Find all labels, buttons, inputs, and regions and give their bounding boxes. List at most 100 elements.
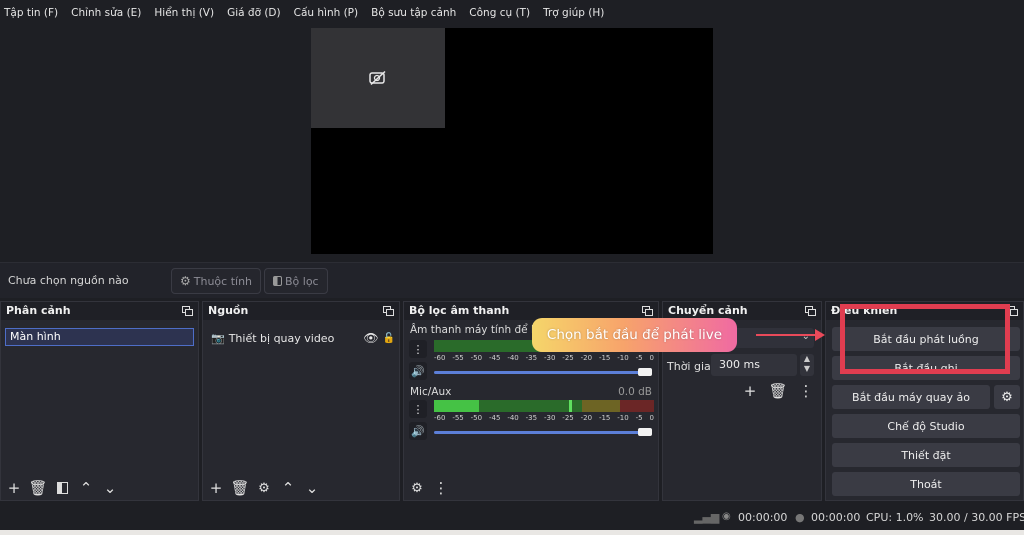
undock-icon[interactable]: [383, 306, 394, 316]
sources-footer: + 🗑 ⚙ ⌃ ⌄: [203, 476, 399, 500]
undock-icon[interactable]: [642, 306, 653, 316]
video-source-preview[interactable]: [311, 28, 445, 128]
remove-scene-icon[interactable]: 🗑: [28, 479, 47, 497]
lock-icon[interactable]: 🔓: [383, 333, 395, 344]
meter-tick-label: -35: [525, 354, 538, 362]
mic-volume-knob[interactable]: [638, 428, 652, 436]
meter-tick-label: -30: [543, 414, 556, 422]
meter-tick-label: -50: [470, 414, 483, 422]
meter-tick-label: -10: [617, 414, 629, 422]
meter-tick-label: -25: [562, 414, 574, 422]
tutorial-callout: Chọn bắt đầu để phát live: [532, 318, 737, 352]
gear-icon: ⚙: [180, 274, 191, 288]
scenes-footer: + 🗑 ⌃ ⌄: [1, 476, 198, 500]
move-down-icon[interactable]: ⌄: [101, 479, 119, 497]
meter-tick-label: -60: [434, 414, 446, 422]
cpu-usage: CPU: 1.0%: [866, 511, 924, 524]
mic-aux-db: 0.0 dB: [618, 386, 652, 398]
settings-button[interactable]: Thiết đặt: [832, 443, 1020, 467]
duration-input[interactable]: 300 ms: [711, 354, 797, 376]
highlight-box: [840, 304, 1010, 374]
audio-footer: ⚙ ⋮: [404, 476, 658, 500]
menu-help[interactable]: Trợ giúp (H): [543, 7, 604, 19]
mic-aux-label: Mic/Aux: [410, 386, 452, 398]
mic-volume-slider[interactable]: [434, 431, 652, 434]
source-item[interactable]: 📷 Thiết bị quay video 👁 🔓: [211, 330, 395, 346]
remove-transition-icon[interactable]: 🗑: [768, 382, 787, 400]
exit-button[interactable]: Thoát: [832, 472, 1020, 496]
desktop-volume-knob[interactable]: [638, 368, 652, 376]
meter-tick-label: -20: [580, 354, 593, 362]
meter-tick-label: -55: [452, 414, 464, 422]
audio-menu-icon[interactable]: ⋮: [432, 479, 450, 497]
channel-menu-icon[interactable]: ⋮: [409, 340, 427, 358]
meter-tick-label: -60: [434, 354, 446, 362]
move-up-icon[interactable]: ⌃: [77, 479, 95, 497]
visibility-eye-icon[interactable]: 👁: [363, 331, 378, 345]
duration-spinner[interactable]: ▲ ▼: [800, 354, 814, 376]
remove-source-icon[interactable]: 🗑: [230, 479, 249, 497]
camera-icon: 📷: [211, 331, 225, 345]
sources-title: Nguồn: [203, 302, 399, 320]
move-down-icon[interactable]: ⌄: [303, 479, 321, 497]
transition-menu-icon[interactable]: ⋮: [797, 382, 815, 400]
menu-bar: Tập tin (F) Chỉnh sửa (E) Hiển thị (V) G…: [0, 0, 1024, 26]
scene-item[interactable]: Màn hình: [5, 328, 194, 346]
meter-tick-label: 0: [649, 414, 654, 422]
mic-aux-meter: [434, 400, 654, 412]
tutorial-arrow: [756, 334, 818, 336]
scenes-title: Phân cảnh: [1, 302, 198, 320]
menu-docks[interactable]: Giá đỡ (D): [227, 7, 281, 19]
meter-tick-label: -40: [507, 354, 519, 362]
menu-view[interactable]: Hiển thị (V): [154, 7, 214, 19]
meter-tick-label: -45: [488, 414, 501, 422]
stream-icon: ◉: [722, 511, 731, 522]
meter-tick-label: -15: [598, 354, 611, 362]
mic-aux-ticks: -60 -55 -50 -45 -40 -35 -30 -25 -20 -15 -10 -5 0: [434, 414, 654, 422]
meter-tick-label: -45: [488, 354, 501, 362]
menu-file[interactable]: Tập tin (F): [4, 7, 58, 19]
add-source-icon[interactable]: +: [207, 479, 225, 497]
meter-tick-label: -30: [543, 354, 556, 362]
no-source-selected-label: Chưa chọn nguồn nào: [8, 274, 129, 287]
undock-icon[interactable]: [805, 306, 816, 316]
menu-edit[interactable]: Chỉnh sửa (E): [71, 7, 141, 19]
meter-tick-label: -5: [635, 414, 643, 422]
mute-speaker-icon[interactable]: 🔊: [409, 422, 427, 440]
start-virtual-camera-button[interactable]: Bắt đầu máy quay ảo: [832, 385, 990, 409]
properties-button[interactable]: ⚙ Thuộc tính: [171, 268, 262, 294]
network-bars-icon: ▂▄▆: [694, 511, 720, 524]
undock-icon[interactable]: [182, 306, 193, 316]
menu-tools[interactable]: Công cụ (T): [469, 7, 530, 19]
source-properties-gear-icon[interactable]: ⚙: [255, 479, 273, 497]
desktop-audio-ticks: -60 -55 -50 -45 -40 -35 -30 -25 -20 -15 -10 -5 0: [434, 354, 654, 362]
fps-readout: 30.00 / 30.00 FPS: [929, 511, 1024, 524]
meter-tick-label: -35: [525, 414, 538, 422]
properties-label: Thuộc tính: [193, 274, 253, 288]
studio-mode-button[interactable]: Chế độ Studio: [832, 414, 1020, 438]
filters-button[interactable]: Bộ lọc: [264, 268, 328, 294]
desktop-volume-slider[interactable]: [434, 371, 652, 374]
add-scene-icon[interactable]: +: [5, 479, 23, 497]
source-name: Thiết bị quay video: [228, 331, 335, 345]
scene-filters-icon[interactable]: [53, 479, 71, 497]
meter-tick-label: 0: [649, 354, 654, 362]
menu-profile[interactable]: Cấu hình (P): [294, 7, 359, 19]
menu-scene-collection[interactable]: Bộ sưu tập cảnh: [371, 7, 456, 19]
status-bar: ▂▄▆ ◉ 00:00:00 ● 00:00:00 CPU: 1.0% 30.0…: [0, 502, 1024, 530]
desktop-audio-label: Âm thanh máy tính để bà: [410, 324, 545, 336]
add-transition-icon[interactable]: +: [741, 382, 759, 400]
advanced-audio-gear-icon[interactable]: ⚙: [408, 479, 426, 497]
meter-tick-label: -50: [470, 354, 483, 362]
channel-menu-icon[interactable]: ⋮: [409, 400, 427, 418]
mute-speaker-icon[interactable]: 🔊: [409, 362, 427, 380]
meter-tick-label: -40: [507, 414, 519, 422]
virtual-camera-settings-button[interactable]: ⚙: [994, 385, 1020, 409]
sources-dock: Nguồn 📷 Thiết bị quay video 👁 🔓 + 🗑 ⚙ ⌃ …: [202, 301, 400, 501]
preview-canvas[interactable]: [311, 28, 713, 254]
meter-tick-label: -10: [617, 354, 629, 362]
meter-tick-label: -25: [562, 354, 574, 362]
move-up-icon[interactable]: ⌃: [279, 479, 297, 497]
tutorial-arrow-head: [815, 329, 825, 341]
camera-off-icon: [369, 70, 386, 86]
